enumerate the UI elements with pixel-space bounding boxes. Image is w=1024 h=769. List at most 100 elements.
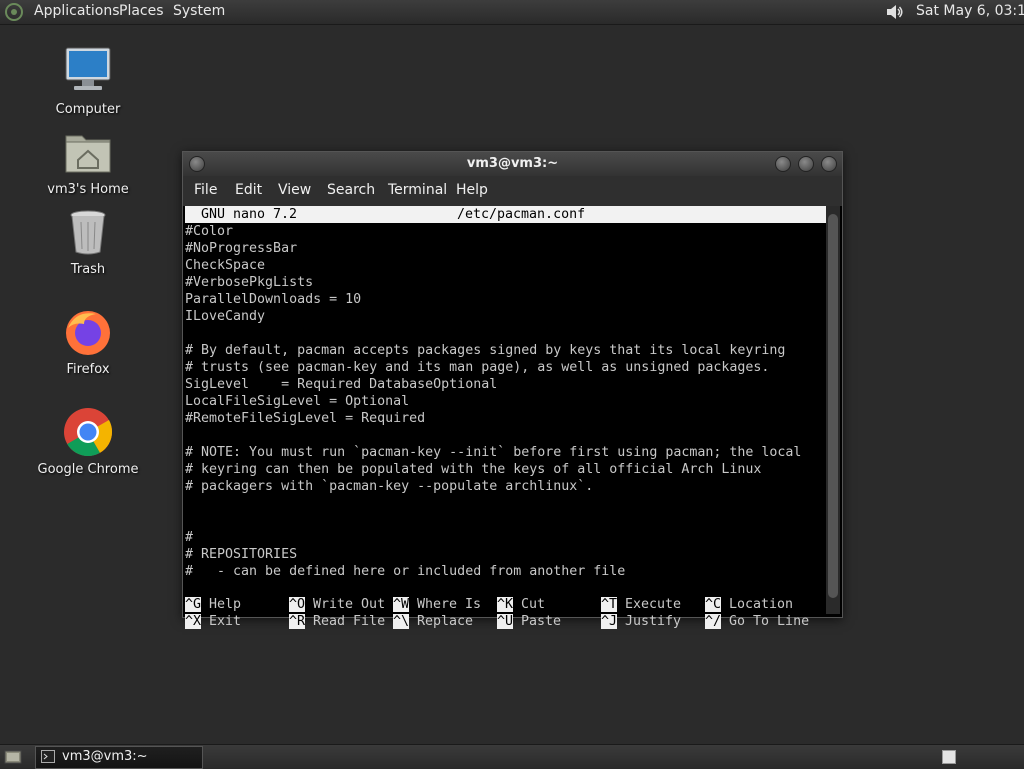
- terminal-icon: [41, 750, 55, 763]
- editor-line[interactable]: # packagers with `pacman-key --populate …: [185, 478, 826, 495]
- shortcut-key: ^J: [601, 614, 618, 629]
- shortcut-key: ^G: [185, 597, 202, 612]
- editor-line[interactable]: # - can be defined here or included from…: [185, 563, 826, 580]
- editor-line[interactable]: [185, 325, 826, 342]
- editor-line[interactable]: # REPOSITORIES: [185, 546, 826, 563]
- desktop-icon-chrome[interactable]: Google Chrome: [33, 406, 143, 477]
- shortcut-label: Write Out: [305, 597, 386, 612]
- show-desktop-icon[interactable]: [4, 748, 22, 766]
- nano-shortcut: ^U Paste: [497, 614, 561, 629]
- applications-menu[interactable]: Applications: [34, 3, 120, 19]
- workspace-switcher[interactable]: [942, 750, 956, 764]
- scrollbar-thumb[interactable]: [828, 214, 838, 598]
- minimize-button[interactable]: [775, 156, 791, 172]
- editor-line[interactable]: # By default, pacman accepts packages si…: [185, 342, 826, 359]
- shortcut-label: Cut: [513, 597, 546, 612]
- terminal-scrollbar[interactable]: [826, 206, 840, 614]
- nano-shortcut: ^T Execute: [601, 597, 681, 612]
- editor-line[interactable]: CheckSpace: [185, 257, 826, 274]
- close-button[interactable]: [821, 156, 837, 172]
- bottom-panel: vm3@vm3:~: [0, 744, 1024, 769]
- menu-view[interactable]: View: [278, 182, 311, 198]
- places-menu[interactable]: Places: [119, 3, 164, 19]
- nano-title-bar: GNU nano 7.2 /etc/pacman.conf: [185, 206, 826, 223]
- editor-line[interactable]: [185, 427, 826, 444]
- window-titlebar[interactable]: vm3@vm3:~: [183, 152, 842, 176]
- shortcut-key: ^K: [497, 597, 514, 612]
- editor-line[interactable]: #Color: [185, 223, 826, 240]
- desktop-icon-label: Computer: [55, 102, 121, 117]
- shortcut-label: Exit: [201, 614, 242, 629]
- nano-shortcut: ^/ Go To Line: [705, 614, 809, 629]
- editor-line[interactable]: # keyring can then be populated with the…: [185, 461, 826, 478]
- editor-line[interactable]: # NOTE: You must run `pacman-key --init`…: [185, 444, 826, 461]
- desktop-icon-computer[interactable]: Computer: [33, 46, 143, 117]
- shortcut-label: Help: [201, 597, 242, 612]
- shortcut-label: Where Is: [409, 597, 482, 612]
- desktop-icon-label: Google Chrome: [37, 462, 139, 477]
- desktop-icon-label: vm3's Home: [47, 182, 129, 197]
- window-title: vm3@vm3:~: [466, 156, 559, 171]
- shortcut-key: ^U: [497, 614, 514, 629]
- menu-help[interactable]: Help: [456, 182, 488, 198]
- nano-shortcut: ^X Exit: [185, 614, 241, 629]
- nano-shortcut: ^R Read File: [289, 614, 385, 629]
- editor-line[interactable]: #: [185, 529, 826, 546]
- nano-shortcut: ^\ Replace: [393, 614, 473, 629]
- nano-shortcut: ^O Write Out: [289, 597, 385, 612]
- editor-line[interactable]: [185, 512, 826, 529]
- terminal-window[interactable]: vm3@vm3:~ File Edit View Search Terminal…: [182, 151, 843, 629]
- system-menu[interactable]: System: [173, 3, 225, 19]
- menu-terminal[interactable]: Terminal: [388, 182, 447, 198]
- shortcut-key: ^/: [705, 614, 722, 629]
- top-panel: Applications Places System Sat May 6, 03…: [0, 0, 1024, 25]
- nano-shortcut: ^W Where Is: [393, 597, 481, 612]
- chrome-icon: [64, 408, 113, 457]
- menu-file[interactable]: File: [194, 182, 217, 198]
- taskbar-terminal-button[interactable]: vm3@vm3:~: [35, 746, 203, 769]
- editor-line[interactable]: [185, 495, 826, 512]
- desktop-icon-trash[interactable]: Trash: [33, 206, 143, 277]
- clock[interactable]: Sat May 6, 03:15: [916, 3, 1024, 19]
- desktop-icon-home[interactable]: vm3's Home: [33, 126, 143, 197]
- editor-line[interactable]: LocalFileSigLevel = Optional: [185, 393, 826, 410]
- shortcut-label: Location: [721, 597, 794, 612]
- nano-shortcut: ^G Help: [185, 597, 241, 612]
- desktop-icon-label: Firefox: [66, 362, 110, 377]
- editor-line[interactable]: # trusts (see pacman-key and its man pag…: [185, 359, 826, 376]
- editor-line[interactable]: ParallelDownloads = 10: [185, 291, 826, 308]
- taskbar-label: vm3@vm3:~: [62, 749, 148, 764]
- terminal-menubar: File Edit View Search Terminal Help: [183, 176, 842, 206]
- shortcut-label: Go To Line: [721, 614, 810, 629]
- shortcut-label: Justify: [617, 614, 682, 629]
- menu-search[interactable]: Search: [327, 182, 375, 198]
- nano-shortcut: ^C Location: [705, 597, 793, 612]
- shortcut-key: ^R: [289, 614, 306, 629]
- editor-line[interactable]: #VerbosePkgLists: [185, 274, 826, 291]
- shortcut-label: Paste: [513, 614, 562, 629]
- shortcut-key: ^X: [185, 614, 202, 629]
- distro-logo-icon[interactable]: [4, 2, 24, 22]
- shortcut-label: Read File: [305, 614, 386, 629]
- home-folder-icon: [65, 135, 111, 173]
- shortcut-key: ^\: [393, 614, 410, 629]
- nano-shortcut: ^K Cut: [497, 597, 545, 612]
- shortcut-key: ^T: [601, 597, 618, 612]
- desktop-icon-label: Trash: [70, 262, 106, 277]
- computer-icon: [65, 47, 111, 90]
- maximize-button[interactable]: [798, 156, 814, 172]
- trash-icon: [70, 210, 106, 255]
- editor-line[interactable]: #RemoteFileSigLevel = Required: [185, 410, 826, 427]
- nano-filename: /etc/pacman.conf: [457, 207, 586, 222]
- editor-line[interactable]: #NoProgressBar: [185, 240, 826, 257]
- nano-shortcut: ^J Justify: [601, 614, 681, 629]
- terminal-screen[interactable]: GNU nano 7.2 /etc/pacman.conf #Color #NoP…: [185, 206, 826, 629]
- shortcut-key: ^C: [705, 597, 722, 612]
- shortcut-key: ^W: [393, 597, 410, 612]
- editor-line[interactable]: ILoveCandy: [185, 308, 826, 325]
- volume-icon[interactable]: [884, 2, 904, 22]
- menu-edit[interactable]: Edit: [235, 182, 262, 198]
- desktop-icon-firefox[interactable]: Firefox: [33, 306, 143, 377]
- editor-line[interactable]: SigLevel = Required DatabaseOptional: [185, 376, 826, 393]
- shortcut-key: ^O: [289, 597, 306, 612]
